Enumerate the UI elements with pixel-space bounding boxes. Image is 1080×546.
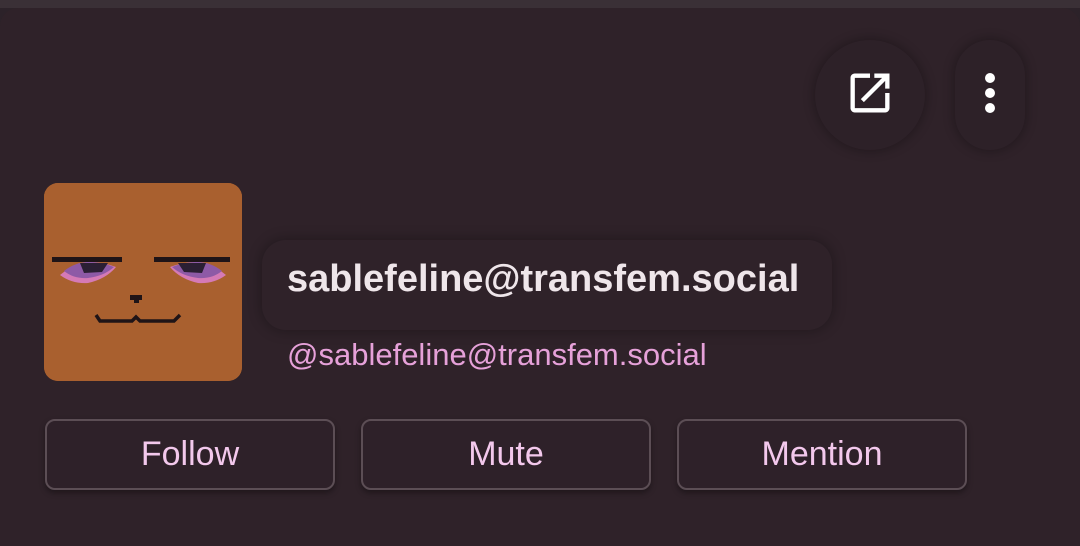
open-external-button[interactable]: [815, 40, 925, 150]
account-handle[interactable]: @sablefeline@transfem.social: [287, 337, 707, 373]
cat-face-avatar: [44, 183, 242, 381]
more-vertical-icon: [983, 71, 997, 120]
follow-button[interactable]: Follow: [45, 419, 335, 490]
mention-button[interactable]: Mention: [677, 419, 967, 490]
top-edge: [0, 0, 1080, 8]
display-name: sablefeline@transfem.social: [287, 258, 800, 300]
avatar[interactable]: [44, 183, 242, 381]
mute-button[interactable]: Mute: [361, 419, 651, 490]
more-options-button[interactable]: [955, 40, 1025, 150]
open-external-icon: [844, 67, 896, 124]
